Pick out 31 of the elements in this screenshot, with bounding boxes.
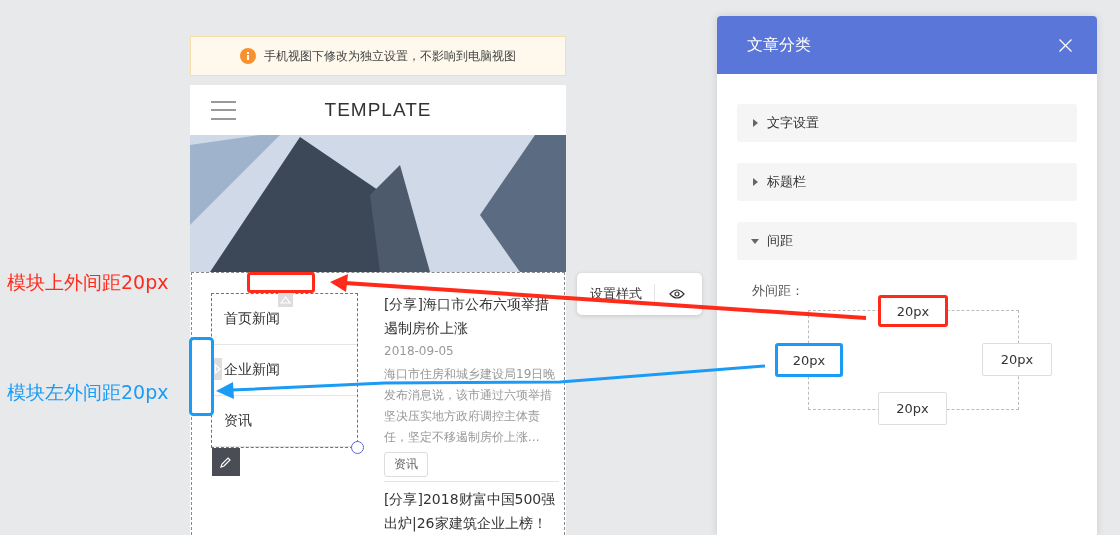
up-handle-icon[interactable] <box>278 293 293 307</box>
article-date: 2018-09-05 <box>384 344 455 358</box>
close-icon[interactable] <box>1059 38 1072 52</box>
accordion-section[interactable]: 间距 <box>737 222 1077 260</box>
caret-icon <box>751 119 759 127</box>
eye-icon[interactable] <box>669 289 685 299</box>
accordion-section[interactable]: 标题栏 <box>737 163 1077 201</box>
accordion-section[interactable]: 文字设置 <box>737 104 1077 142</box>
pencil-icon <box>220 456 232 468</box>
resize-handle[interactable] <box>351 441 364 454</box>
info-icon <box>240 48 256 64</box>
article-summary: 海口市住房和城乡建设局19日晚发布消息说，该市通过六项举措坚决压实地方政府调控主体责任，坚定不移遏制房价上涨... <box>384 366 557 446</box>
category-tag[interactable]: 资讯 <box>384 452 428 477</box>
notice-text: 手机视图下修改为独立设置，不影响到电脑视图 <box>264 47 516 65</box>
menu-icon[interactable] <box>211 101 236 120</box>
edit-button[interactable] <box>212 448 240 476</box>
article-title[interactable]: [分享]海口市公布六项举措遏制房价上涨 <box>384 292 559 340</box>
margin-input[interactable]: 20px <box>982 343 1052 376</box>
site-title: TEMPLATE <box>324 99 432 121</box>
margin-input[interactable]: 20px <box>878 295 948 327</box>
margin-input[interactable]: 20px <box>775 343 843 377</box>
margin-label: 外间距： <box>751 282 805 300</box>
caret-icon <box>751 178 759 186</box>
left-handle-icon[interactable] <box>213 358 222 380</box>
annotation-label: 模块上外间距20px <box>7 270 169 295</box>
panel-title: 文章分类 <box>747 34 811 56</box>
article-title[interactable]: [分享]2018财富中国500强出炉|26家建筑企业上榜！ <box>384 487 559 535</box>
margin-input[interactable]: 20px <box>878 392 947 425</box>
annotation-label: 模块左外间距20px <box>7 380 169 405</box>
highlight-box <box>247 272 315 293</box>
caret-icon <box>751 237 759 245</box>
